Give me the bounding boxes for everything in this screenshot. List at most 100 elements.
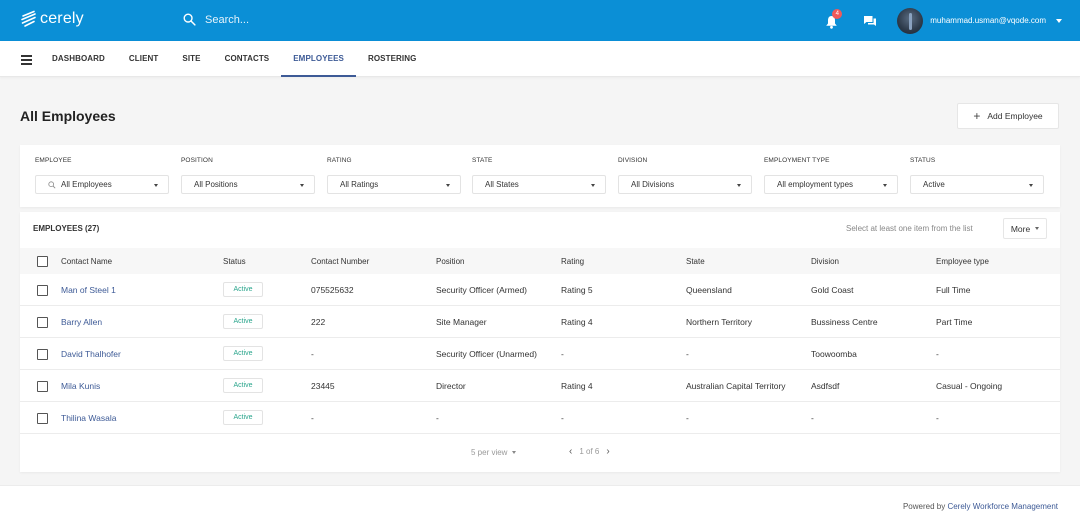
tab-site[interactable]: SITE [170, 41, 212, 77]
select-all-checkbox[interactable] [37, 256, 48, 267]
employee-type-cell-container: Casual - Ongoing [936, 370, 1002, 401]
brand-logo[interactable]: cerely [20, 10, 84, 28]
more-button[interactable]: More [1003, 218, 1047, 239]
employee-type-cell: Full Time [936, 284, 971, 295]
footer: Powered by Cerely Workforce Management [0, 485, 1080, 527]
state-cell-container: Queensland [686, 274, 732, 305]
tab-employees[interactable]: EMPLOYEES [281, 41, 356, 77]
table-row[interactable]: Barry Allen Active 222 Site Manager Rating 4… [20, 306, 1060, 338]
employee-type-cell-container: - [936, 338, 939, 369]
filter-value: All Ratings [340, 180, 379, 189]
per-view-label: 5 per view [471, 448, 508, 457]
caret-down-icon [512, 451, 517, 454]
status-badge: Active [223, 378, 263, 393]
employee-type-cell: - [936, 348, 939, 359]
filter-label: RATING [327, 157, 352, 164]
column-header[interactable]: Contact Name [61, 248, 112, 274]
more-label: More [1010, 223, 1031, 234]
contact-number-container: 222 [311, 306, 325, 337]
status-badge: Active [223, 410, 263, 425]
notifications-button[interactable]: 4 [825, 8, 843, 29]
position-cell: Security Officer (Armed) [436, 284, 528, 295]
employee-type-cell: Casual - Ongoing [936, 380, 1003, 391]
brand-name: cerely [40, 10, 84, 27]
row-checkbox[interactable] [37, 284, 48, 296]
page-navigator: ‹ 1 of 6 › [566, 446, 613, 457]
filter-label: EMPLOYMENT TYPE [764, 157, 830, 164]
contact-number-container: 23445 [311, 370, 335, 401]
division-cell-container: Bussiness Centre [811, 306, 878, 337]
next-page-icon[interactable]: › [603, 446, 612, 457]
contact-name-link[interactable]: David Thalhofer [61, 349, 121, 359]
column-header[interactable]: Status [223, 248, 246, 274]
table-row[interactable]: Man of Steel 1 Active 075525632 Security Of… [20, 274, 1060, 306]
tab-dashboard[interactable]: DASHBOARD [40, 41, 117, 77]
row-checkbox[interactable] [37, 412, 48, 424]
status-select[interactable]: Active [910, 175, 1044, 194]
contact-name-link[interactable]: Mila Kunis [61, 381, 100, 391]
position-cell: Site Manager [436, 316, 487, 327]
row-checkbox[interactable] [37, 316, 48, 328]
rating-select[interactable]: All Ratings [327, 175, 461, 194]
position-cell: Director [436, 380, 466, 391]
filter-value: Active [923, 180, 945, 189]
user-avatar[interactable] [897, 7, 924, 34]
rating-cell: Rating 4 [561, 316, 593, 327]
tab-rostering[interactable]: ROSTERING [356, 41, 428, 77]
filter-value: All employment types [777, 180, 854, 189]
notification-count-badge: 4 [832, 8, 843, 19]
column-header[interactable]: Contact Number [311, 248, 369, 274]
contact-name-link[interactable]: Man of Steel 1 [61, 285, 116, 295]
column-header[interactable]: State [686, 248, 705, 274]
rating-cell: Rating 4 [561, 380, 593, 391]
contact-number-container: - [311, 338, 314, 369]
state-cell: Northern Territory [686, 316, 752, 327]
position-select[interactable]: All Positions [181, 175, 315, 194]
caret-down-icon [883, 184, 887, 187]
table-row[interactable]: Mila Kunis Active 23445 Director Rating 4 Aus… [20, 370, 1060, 402]
contact-name-link[interactable]: Thilina Wasala [61, 413, 116, 423]
status-badge: Active [223, 314, 263, 329]
employment-type-select[interactable]: All employment types [764, 175, 898, 194]
employee-type-cell: Part Time [936, 316, 973, 327]
powered-by-text: Powered by [902, 502, 946, 511]
contact-name-link[interactable]: Barry Allen [61, 317, 102, 327]
user-email[interactable]: muhammad.usman@vqode.com [930, 16, 1046, 25]
contact-name-link-container: Barry Allen [61, 306, 102, 337]
column-header[interactable]: Rating [561, 248, 584, 274]
search-input[interactable] [205, 13, 405, 26]
filter-value: All States [485, 180, 519, 189]
table-row[interactable]: David Thalhofer Active - Security Officer (… [20, 338, 1060, 370]
pagination: 5 per view ‹ 1 of 6 › [20, 442, 1060, 466]
column-header[interactable]: Position [436, 248, 464, 274]
tab-client[interactable]: CLIENT [117, 41, 171, 77]
cerely-logo-icon [21, 10, 36, 27]
row-checkbox[interactable] [37, 348, 48, 360]
table-row[interactable]: Thilina Wasala Active - - - - - - [20, 402, 1060, 434]
status-badge-container: Active [223, 338, 263, 369]
chat-icon[interactable] [863, 14, 877, 28]
hamburger-menu-icon[interactable] [21, 55, 32, 65]
previous-page-icon[interactable]: ‹ [566, 446, 575, 457]
state-select[interactable]: All States [472, 175, 606, 194]
contact-name-link-container: Man of Steel 1 [61, 274, 116, 305]
row-checkbox[interactable] [37, 380, 48, 392]
column-header[interactable]: Division [811, 248, 839, 274]
rating-cell: - [561, 412, 564, 423]
main-nav: DASHBOARD CLIENT SITE CONTACTS EMPLOYEES… [0, 41, 1080, 77]
rating-cell-container: Rating 5 [561, 274, 593, 305]
powered-by-link[interactable]: Cerely Workforce Management [947, 502, 1058, 511]
powered-by: Powered by Cerely Workforce Management [903, 502, 1058, 511]
caret-down-icon [446, 184, 450, 187]
employee-select[interactable]: All Employees [35, 175, 169, 194]
user-menu-caret-icon[interactable] [1056, 18, 1062, 23]
tab-contacts[interactable]: CONTACTS [213, 41, 282, 77]
global-search[interactable] [183, 13, 405, 26]
contact-name-link-container: Mila Kunis [61, 370, 100, 401]
add-employee-button[interactable]: + Add Employee [957, 103, 1059, 129]
position-cell: Security Officer (Unarmed) [436, 348, 537, 359]
per-view-select[interactable]: 5 per view [471, 448, 517, 457]
column-header[interactable]: Employee type [936, 248, 989, 274]
division-select[interactable]: All Divisions [618, 175, 752, 194]
filter-label: STATUS [910, 157, 936, 164]
